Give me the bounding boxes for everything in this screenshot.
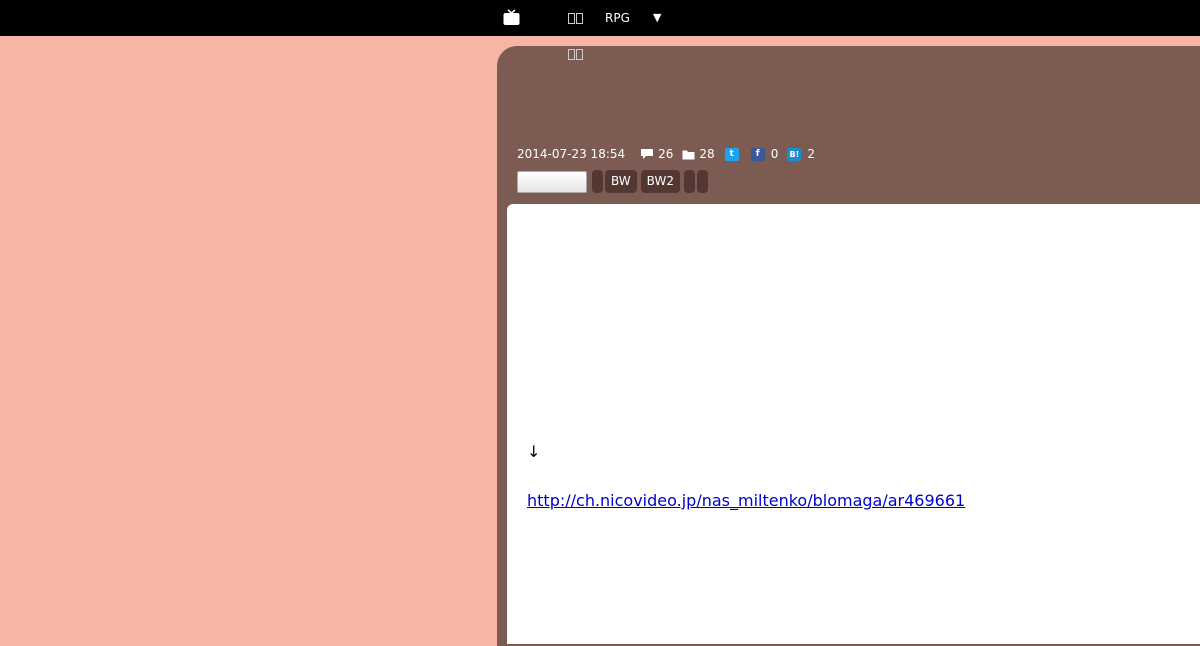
- twitter-icon[interactable]: t: [724, 147, 739, 161]
- missing-glyph-icon: [576, 49, 583, 60]
- comment-icon[interactable]: [640, 148, 654, 160]
- tag-row: BW BW2: [517, 170, 710, 193]
- facebook-count[interactable]: 0: [771, 147, 779, 161]
- nav-item-category[interactable]: [568, 11, 584, 25]
- nav-item-rpg[interactable]: RPG: [605, 11, 630, 25]
- hatena-count[interactable]: 2: [807, 147, 815, 161]
- article-body: ↓ http://ch.nicovideo.jp/nas_miltenko/bl…: [507, 204, 1200, 644]
- folder-icon[interactable]: [682, 149, 695, 160]
- missing-glyph-icon: [568, 13, 575, 24]
- tag-item[interactable]: [683, 170, 695, 193]
- hatena-bookmark-icon[interactable]: B!: [787, 147, 802, 161]
- article-link[interactable]: http://ch.nicovideo.jp/nas_miltenko/blom…: [527, 491, 965, 510]
- tag-edit-button[interactable]: [517, 170, 587, 193]
- missing-glyph-icon: [576, 13, 583, 24]
- tv-logo-icon[interactable]: [503, 9, 520, 26]
- folder-count[interactable]: 28: [699, 147, 714, 161]
- dropdown-toggle[interactable]: ▼: [653, 11, 661, 25]
- tag-item[interactable]: [696, 170, 708, 193]
- tag-item[interactable]: [592, 170, 603, 193]
- sub-nav-item[interactable]: [568, 48, 584, 60]
- body-arrow-text: ↓: [527, 442, 541, 461]
- tag-item[interactable]: BW2: [640, 170, 680, 193]
- missing-glyph-icon: [568, 49, 575, 60]
- article-date: 2014-07-23 18:54: [517, 147, 626, 161]
- facebook-icon[interactable]: f: [750, 147, 765, 161]
- article-meta: 2014-07-23 18:54 26 28 t f 0 B! 2: [517, 146, 815, 162]
- comment-count[interactable]: 26: [658, 147, 673, 161]
- top-bar: RPG ▼: [0, 0, 1200, 36]
- tag-item[interactable]: BW: [605, 170, 637, 193]
